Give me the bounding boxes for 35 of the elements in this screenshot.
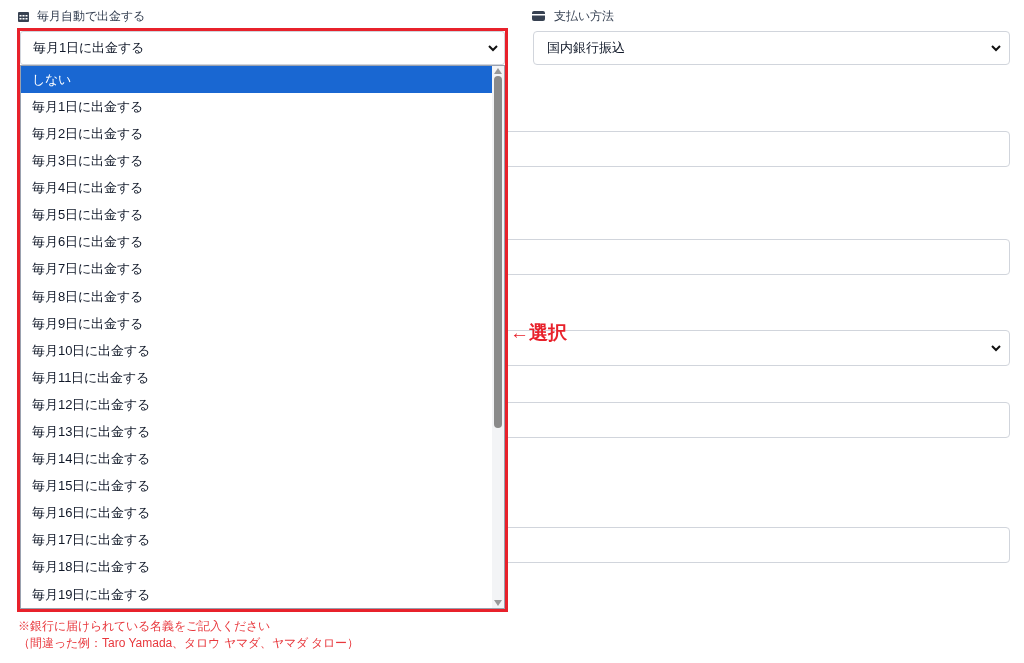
dropdown-option[interactable]: 毎月2日に出金する [21,120,492,148]
dropdown-option[interactable]: しない [21,66,492,94]
credit-card-icon [532,11,545,21]
dropdown-option[interactable]: 毎月9日に出金する [21,309,492,337]
annotation-text: ←選択 [510,321,567,345]
note-text: （間違った例：Taro Yamada、タロウ ヤマダ、ヤマダ タロー） [18,635,359,652]
dropdown-option[interactable]: 毎月18日に出金する [21,553,492,581]
dropdown-option[interactable]: 毎月5日に出金する [21,201,492,229]
dropdown-option[interactable]: 毎月15日に出金する [21,472,492,500]
chevron-down-icon [488,44,498,52]
dropdown-option[interactable]: 毎月7日に出金する [21,255,492,283]
dropdown-option[interactable]: 毎月4日に出金する [21,174,492,202]
auto-withdraw-select[interactable]: 毎月1日に出金する [20,31,505,65]
payment-method-select[interactable]: 国内銀行振込 [533,31,1010,65]
chevron-down-icon [991,44,1001,52]
chevron-down-icon [991,344,1001,352]
scroll-down-icon[interactable] [494,599,502,606]
dropdown-option[interactable]: 毎月10日に出金する [21,336,492,365]
dropdown-option[interactable]: 毎月16日に出金する [21,499,492,527]
dropdown-option[interactable]: 毎月14日に出金する [21,445,492,473]
dropdown-option[interactable]: 毎月8日に出金する [21,282,492,310]
scrollbar[interactable] [492,66,504,608]
dropdown-option[interactable]: 毎月1日に出金する [21,93,492,121]
dropdown-option[interactable]: 毎月17日に出金する [21,526,492,554]
field-label: 支払い方法 [554,8,614,25]
dropdown-option[interactable]: 毎月12日に出金する [21,391,492,419]
dropdown-option[interactable]: 毎月11日に出金する [21,364,492,392]
scroll-up-icon[interactable] [494,68,502,74]
dropdown-option[interactable]: 毎月3日に出金する [21,147,492,175]
dropdown-option[interactable]: 毎月6日に出金する [21,228,492,256]
field-label: 毎月自動で出金する [37,8,145,25]
note-text: ※銀行に届けられている名義をご記入ください [18,618,271,635]
dropdown-option[interactable]: 毎月13日に出金する [21,418,492,446]
calendar-icon [18,10,29,22]
dropdown-option[interactable]: 毎月19日に出金する [21,580,492,608]
